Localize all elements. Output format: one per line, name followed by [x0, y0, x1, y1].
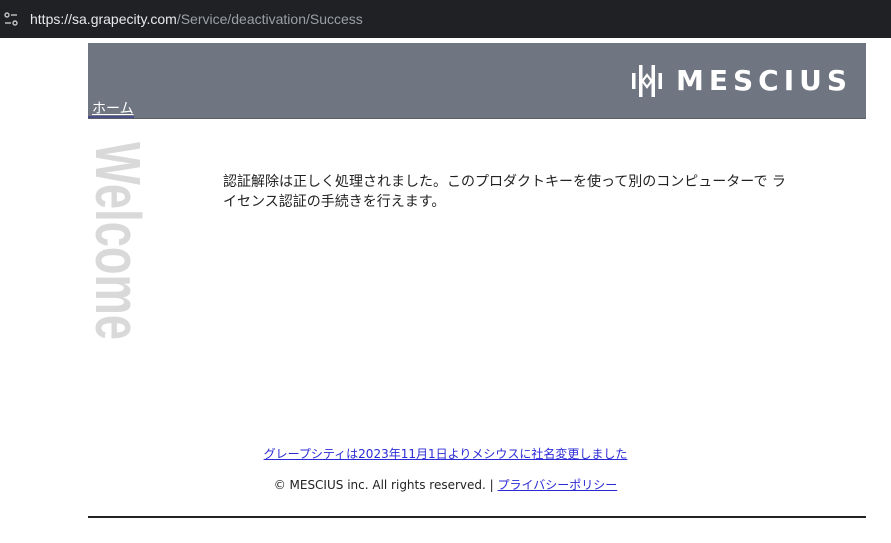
rename-notice-row: グレープシティは2023年11月1日よりメシウスに社名変更しました	[0, 443, 891, 462]
copyright-text: © MESCIUS inc. All rights reserved. |	[273, 478, 494, 492]
mescius-logo-mark-icon	[632, 65, 662, 97]
url-host: https://sa.grapecity.com	[30, 11, 177, 27]
mescius-logo[interactable]: MESCIUS	[630, 61, 852, 101]
welcome-vertical-text: Welcome	[92, 142, 154, 340]
deactivation-success-message: 認証解除は正しく処理されました。このプロダクトキーを使って別のコンピューターで …	[223, 174, 786, 210]
browser-address-bar[interactable]: https://sa.grapecity.com/Service/deactiv…	[0, 0, 891, 38]
footer-divider	[88, 516, 866, 518]
home-link-accent	[88, 116, 134, 118]
logo-wordmark: MESCIUS	[676, 64, 853, 97]
footer-copyright: © MESCIUS inc. All rights reserved. | プラ…	[0, 476, 891, 494]
privacy-policy-link[interactable]: プライバシーポリシー	[498, 478, 618, 492]
welcome-label: Welcome	[92, 142, 154, 340]
tune-icon[interactable]	[4, 9, 18, 29]
url-text[interactable]: https://sa.grapecity.com/Service/deactiv…	[30, 10, 363, 28]
rename-notice-link[interactable]: グレープシティは2023年11月1日よりメシウスに社名変更しました	[264, 447, 628, 461]
url-path: /Service/deactivation/Success	[176, 11, 363, 27]
header-divider	[88, 118, 866, 119]
